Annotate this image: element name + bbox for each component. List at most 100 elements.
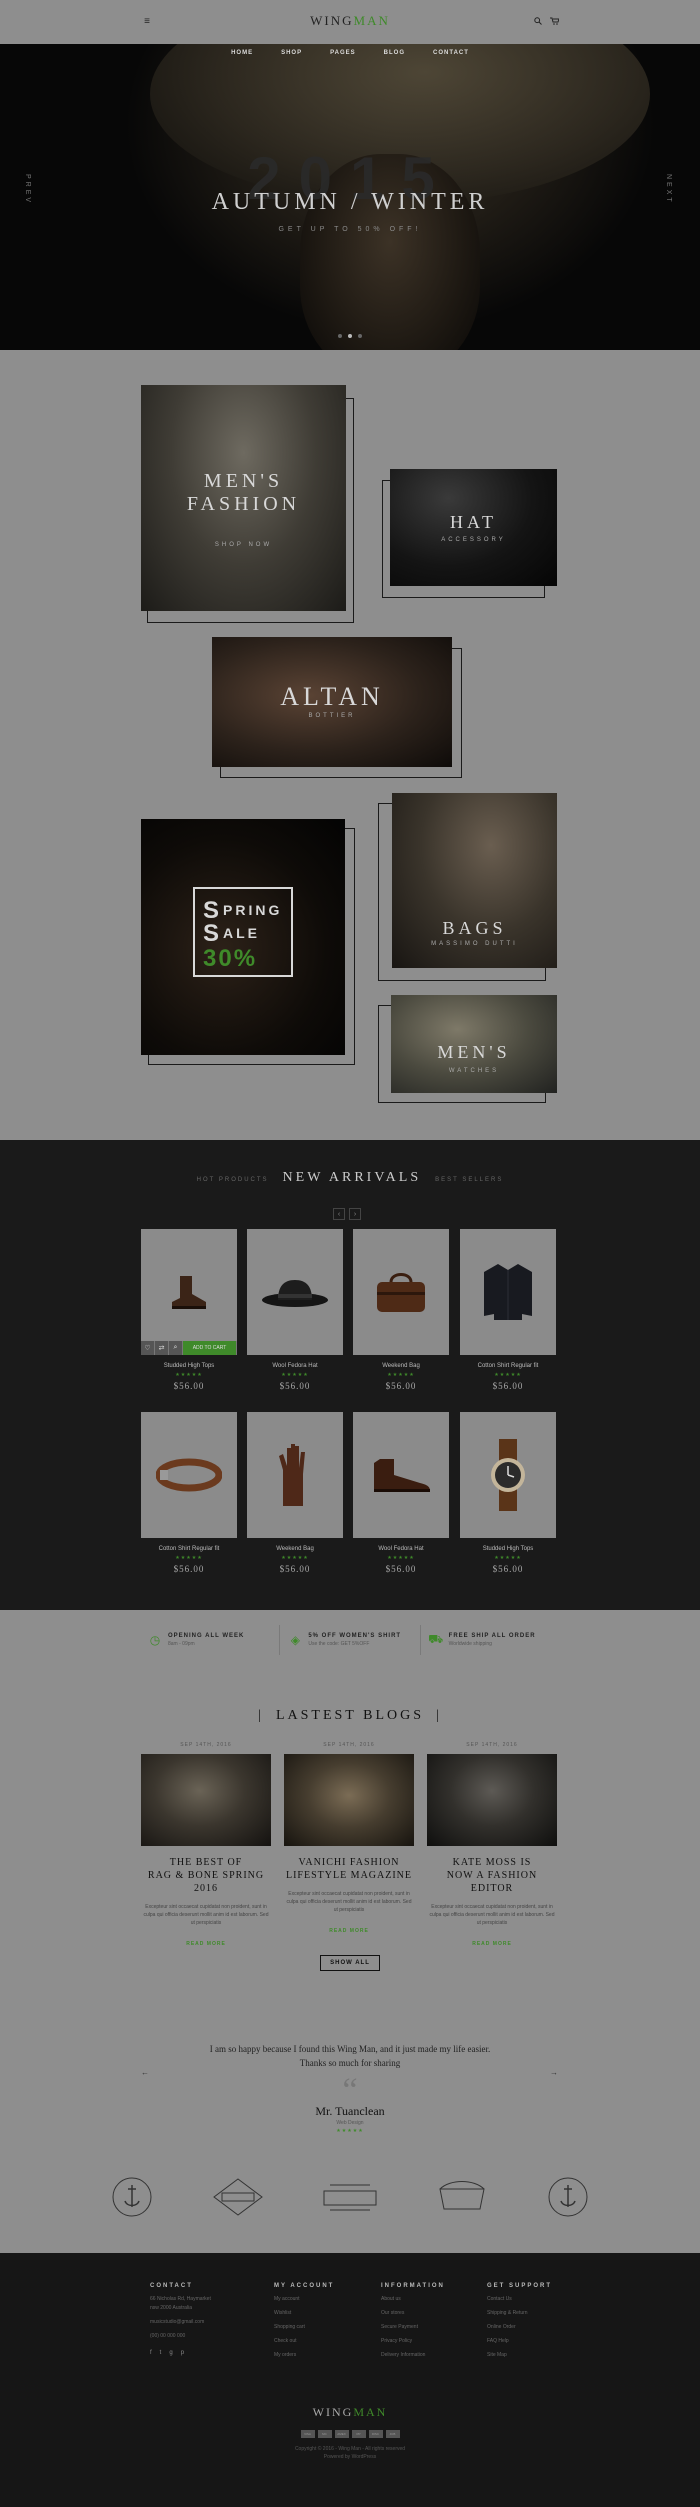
blog-image[interactable] — [427, 1754, 557, 1846]
footer-link[interactable]: Site Map — [487, 2352, 597, 2359]
blog-title[interactable]: THE BEST OF RAG & BONE SPRING 2016 — [141, 1856, 271, 1895]
arrivals-next-button[interactable]: › — [349, 1208, 361, 1220]
watches-card[interactable]: MEN'S WATCHES — [391, 995, 557, 1093]
product-name[interactable]: Weekend Bag — [353, 1363, 449, 1369]
product-name[interactable]: Wool Fedora Hat — [353, 1546, 449, 1552]
men-shop-now[interactable]: SHOP NOW — [141, 542, 346, 548]
footer-link[interactable]: Our stores — [381, 2310, 491, 2317]
brand-logo-vintage-2[interactable] — [546, 2175, 590, 2219]
spring-sale-card[interactable]: S PRING S ALE 30% — [141, 819, 345, 1055]
hero-next[interactable]: NEXT — [665, 174, 672, 205]
men-fashion-card[interactable]: MEN'S FASHION SHOP NOW — [141, 385, 346, 611]
product-card[interactable]: Cotton Shirt Regular fit ★★★★★ $56.00 — [141, 1412, 237, 1574]
site-logo[interactable]: WINGMAN — [0, 13, 700, 29]
testimonial-quote: I am so happy because I found this Wing … — [209, 2044, 491, 2068]
pinterest-icon[interactable]: p — [181, 2350, 184, 2356]
product-image[interactable] — [460, 1229, 556, 1355]
add-to-cart-button[interactable]: ADD TO CART — [183, 1341, 237, 1355]
product-name[interactable]: Weekend Bag — [247, 1546, 343, 1552]
compare-icon[interactable]: ⇄ — [155, 1341, 169, 1355]
product-card[interactable]: ♡ ⇄ ⌕ ADD TO CART Studded High Tops ★★★★… — [141, 1229, 237, 1391]
quickview-icon[interactable]: ⌕ — [169, 1341, 183, 1355]
feature-item: ◈ 5% OFF WOMEN'S SHIRT Use the code: GET … — [280, 1625, 421, 1655]
read-more-link[interactable]: READ MORE — [284, 1928, 414, 1934]
footer-link[interactable]: Shipping & Return — [487, 2310, 597, 2317]
footer-link[interactable]: Shopping cart — [274, 2324, 384, 2331]
blog-card[interactable]: SEP 14TH, 2016 VANICHI FASHION LIFESTYLE … — [284, 1742, 414, 1934]
hero-dot-active[interactable] — [348, 334, 352, 338]
footer-link[interactable]: Wishlist — [274, 2310, 384, 2317]
product-name[interactable]: Wool Fedora Hat — [247, 1363, 343, 1369]
blog-card[interactable]: SEP 14TH, 2016 KATE MOSS IS NOW A FASHION… — [427, 1742, 557, 1947]
bags-card[interactable]: BAGS MASSIMO DUTTI — [392, 793, 557, 968]
footer-link[interactable]: Contact Us — [487, 2296, 597, 2303]
product-image[interactable] — [353, 1412, 449, 1538]
feature-sub: 8am - 09pm — [168, 1641, 195, 1647]
cart-icon[interactable] — [548, 15, 560, 27]
google-icon[interactable]: g — [169, 2350, 172, 2356]
blog-image[interactable] — [284, 1754, 414, 1846]
read-more-link[interactable]: READ MORE — [427, 1941, 557, 1947]
footer-link[interactable]: Check out — [274, 2338, 384, 2345]
product-image[interactable] — [141, 1412, 237, 1538]
tab-hot-products[interactable]: HOT PRODUCTS — [197, 1177, 269, 1183]
footer-link[interactable]: Privacy Policy — [381, 2338, 491, 2345]
product-card[interactable]: Weekend Bag ★★★★★ $56.00 — [353, 1229, 449, 1391]
footer-email[interactable]: musicstudio@gmail.com — [150, 2319, 260, 2326]
footer-link[interactable]: Delivery Information — [381, 2352, 491, 2359]
mastercard-icon: MC — [317, 2430, 332, 2438]
nav-item-blog[interactable]: BLOG — [384, 50, 405, 56]
men-title-1: MEN'S — [203, 470, 284, 492]
product-name[interactable]: Studded High Tops — [460, 1546, 556, 1552]
footer-link[interactable]: My account — [274, 2296, 384, 2303]
blog-title[interactable]: VANICHI FASHION LIFESTYLE MAGAZINE — [284, 1856, 414, 1882]
search-icon[interactable] — [532, 15, 544, 27]
footer-link[interactable]: Online Order — [487, 2324, 597, 2331]
hero-dot[interactable] — [338, 334, 342, 338]
nav-item-home[interactable]: HOME — [231, 50, 253, 56]
product-image[interactable] — [247, 1412, 343, 1538]
facebook-icon[interactable]: f — [150, 2350, 152, 2356]
footer-link[interactable]: About us — [381, 2296, 491, 2303]
brand-logo-suppershow[interactable] — [436, 2175, 488, 2219]
show-all-button[interactable]: SHOW ALL — [320, 1955, 380, 1971]
product-card[interactable]: Cotton Shirt Regular fit ★★★★★ $56.00 — [460, 1229, 556, 1391]
brand-logo-john[interactable] — [322, 2175, 378, 2219]
arrivals-prev-button[interactable]: ‹ — [333, 1208, 345, 1220]
product-image[interactable]: ♡ ⇄ ⌕ ADD TO CART — [141, 1229, 237, 1355]
footer-link[interactable]: FAQ Help — [487, 2338, 597, 2345]
product-card[interactable]: Wool Fedora Hat ★★★★★ $56.00 — [247, 1229, 343, 1391]
product-card[interactable]: Weekend Bag ★★★★★ $56.00 — [247, 1412, 343, 1574]
product-name[interactable]: Studded High Tops — [141, 1363, 237, 1369]
product-name[interactable]: Cotton Shirt Regular fit — [141, 1546, 237, 1552]
hero-dot[interactable] — [358, 334, 362, 338]
brand-logo-hipster[interactable] — [212, 2175, 264, 2219]
hat-card[interactable]: HAT ACCESSORY — [390, 469, 557, 586]
blog-title[interactable]: KATE MOSS IS NOW A FASHION EDITOR — [427, 1856, 557, 1895]
read-more-link[interactable]: READ MORE — [141, 1941, 271, 1947]
product-name[interactable]: Cotton Shirt Regular fit — [460, 1363, 556, 1369]
nav-item-contact[interactable]: CONTACT — [433, 50, 469, 56]
footer-link[interactable]: Secure Payment — [381, 2324, 491, 2331]
altan-card[interactable]: ALTAN BOTTIER — [212, 637, 452, 767]
nav-item-shop[interactable]: SHOP — [281, 50, 302, 56]
nav-item-pages[interactable]: PAGES — [330, 50, 356, 56]
footer-logo[interactable]: WINGMAN — [0, 2405, 700, 2420]
product-image[interactable] — [353, 1229, 449, 1355]
product-image[interactable] — [460, 1412, 556, 1538]
footer-link[interactable]: My orders — [274, 2352, 384, 2359]
tab-best-sellers[interactable]: BEST SELLERS — [435, 1177, 503, 1183]
footer-heading: GET SUPPORT — [487, 2283, 553, 2289]
blog-card[interactable]: SEP 14TH, 2016 THE BEST OF RAG & BONE SPR… — [141, 1742, 271, 1947]
product-price: $56.00 — [173, 1564, 205, 1574]
product-card[interactable]: Wool Fedora Hat ★★★★★ $56.00 — [353, 1412, 449, 1574]
twitter-icon[interactable]: t — [160, 2350, 162, 2356]
wishlist-icon[interactable]: ♡ — [141, 1341, 155, 1355]
brand-logo-vintage[interactable] — [110, 2175, 154, 2219]
tab-new-arrivals[interactable]: NEW ARRIVALS — [283, 1170, 422, 1186]
product-card[interactable]: Studded High Tops ★★★★★ $56.00 — [460, 1412, 556, 1574]
product-image[interactable] — [247, 1229, 343, 1355]
footer-phone[interactable]: (00) 00 000 000 — [150, 2333, 260, 2340]
hero-prev[interactable]: PREV — [24, 174, 31, 205]
blog-image[interactable] — [141, 1754, 271, 1846]
